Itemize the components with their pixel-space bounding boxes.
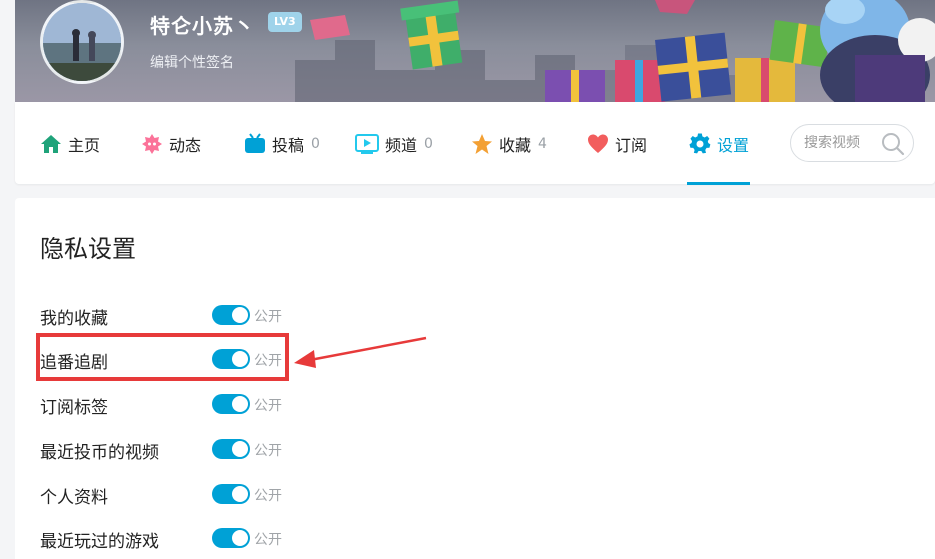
tab-settings[interactable]: 设置 bbox=[689, 132, 749, 156]
annotation-highlight-box bbox=[36, 333, 289, 381]
privacy-state: 公开 bbox=[254, 398, 282, 414]
search-input[interactable] bbox=[804, 135, 884, 151]
privacy-row-label: 最近投币的视频 bbox=[40, 443, 159, 463]
privacy-settings-title: 隐私设置 bbox=[40, 235, 136, 263]
home-icon bbox=[41, 135, 61, 153]
profile-nav: 主页 动态 投稿 0 频道 0 收藏 4 订阅 设置 搜索视频 bbox=[15, 102, 935, 185]
avatar[interactable] bbox=[40, 0, 124, 84]
privacy-row-favorites: 我的收藏 公开 bbox=[40, 302, 340, 329]
channel-icon bbox=[355, 134, 379, 154]
privacy-row-label: 订阅标签 bbox=[40, 398, 108, 418]
level-badge: LV3 bbox=[268, 12, 302, 32]
tab-home-label: 主页 bbox=[68, 136, 101, 155]
privacy-row-coins: 最近投币的视频 公开 bbox=[40, 436, 340, 463]
privacy-row-label: 我的收藏 bbox=[40, 309, 108, 329]
privacy-toggle-profile[interactable] bbox=[212, 484, 250, 504]
search-icon[interactable] bbox=[881, 132, 905, 156]
tab-favorites-count: 4 bbox=[538, 136, 547, 152]
tv-icon bbox=[245, 133, 265, 153]
tab-dynamic-label: 动态 bbox=[169, 136, 202, 155]
toggle-knob bbox=[232, 396, 248, 412]
tab-favorites-label: 收藏 bbox=[499, 136, 532, 155]
toggle-knob bbox=[232, 486, 248, 502]
privacy-state: 公开 bbox=[254, 532, 282, 548]
privacy-row-games: 最近玩过的游戏 公开 bbox=[40, 525, 340, 552]
privacy-row-label: 个人资料 bbox=[40, 488, 108, 508]
tab-subscriptions[interactable]: 订阅 bbox=[587, 132, 647, 156]
privacy-state: 公开 bbox=[254, 488, 282, 504]
tab-channel-label: 频道 bbox=[385, 136, 418, 155]
toggle-knob bbox=[232, 530, 248, 546]
privacy-state: 公开 bbox=[254, 309, 282, 325]
dynamic-icon bbox=[142, 134, 162, 154]
privacy-row-profile: 个人资料 公开 bbox=[40, 481, 340, 508]
gear-icon bbox=[689, 133, 711, 154]
tab-uploads-count: 0 bbox=[311, 136, 320, 152]
signature-field[interactable]: 编辑个性签名 bbox=[150, 52, 234, 72]
tab-dynamic[interactable]: 动态 bbox=[141, 132, 201, 156]
star-icon bbox=[472, 134, 492, 154]
page: 特仑小苏丶 LV3 编辑个性签名 主页 动态 投稿 0 频道 0 收藏 4 订阅… bbox=[0, 0, 935, 559]
privacy-toggle-games[interactable] bbox=[212, 528, 250, 548]
toggle-knob bbox=[232, 441, 248, 457]
tab-uploads[interactable]: 投稿 0 bbox=[244, 132, 320, 156]
active-tab-indicator bbox=[687, 182, 750, 185]
privacy-toggle-tags[interactable] bbox=[212, 394, 250, 414]
tab-channel-count: 0 bbox=[424, 136, 433, 152]
heart-icon bbox=[588, 134, 608, 153]
tab-settings-label: 设置 bbox=[717, 136, 750, 155]
privacy-row-tags: 订阅标签 公开 bbox=[40, 391, 340, 418]
toggle-knob bbox=[232, 307, 248, 323]
tab-favorites[interactable]: 收藏 4 bbox=[471, 132, 547, 156]
annotation-arrow-icon bbox=[294, 336, 427, 368]
privacy-toggle-favorites[interactable] bbox=[212, 305, 250, 325]
privacy-row-label: 最近玩过的游戏 bbox=[40, 532, 159, 552]
username: 特仑小苏丶 bbox=[150, 14, 255, 38]
privacy-state: 公开 bbox=[254, 443, 282, 459]
tab-uploads-label: 投稿 bbox=[272, 136, 305, 155]
profile-banner: 特仑小苏丶 LV3 编辑个性签名 bbox=[15, 0, 935, 102]
privacy-toggle-coins[interactable] bbox=[212, 439, 250, 459]
tab-channel[interactable]: 频道 0 bbox=[355, 132, 433, 156]
tab-home[interactable]: 主页 bbox=[40, 132, 100, 156]
search-box bbox=[790, 124, 914, 162]
tab-subscriptions-label: 订阅 bbox=[615, 136, 648, 155]
